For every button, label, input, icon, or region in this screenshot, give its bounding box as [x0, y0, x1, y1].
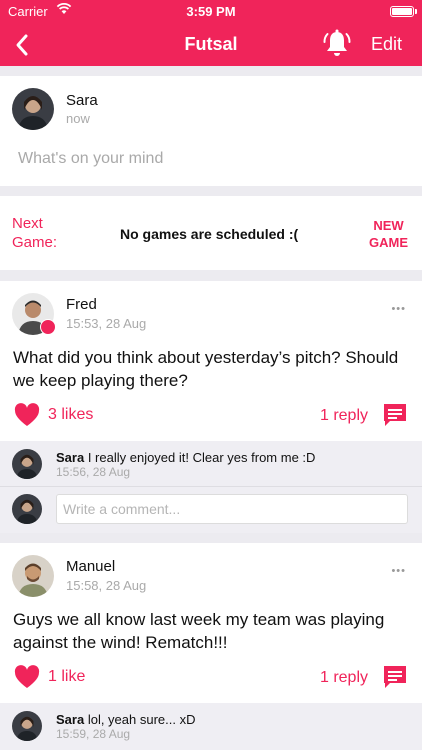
- comment-time: 15:59, 28 Aug: [56, 727, 131, 741]
- post-body: Guys we all know last week my team was p…: [13, 610, 385, 652]
- new-game-label-line1: NEW: [373, 218, 404, 233]
- next-game-panel: Next Game: No games are scheduled :( NEW…: [0, 196, 422, 270]
- comments-section: Sara lol, yeah sure... xD 15:59, 28 Aug: [0, 703, 422, 750]
- page-title: Futsal: [184, 34, 238, 54]
- reply-count-link[interactable]: 1 reply: [320, 669, 368, 687]
- comment-body: I really enjoyed it! Clear yes from me :…: [87, 450, 316, 465]
- new-game-button[interactable]: NEW GAME: [369, 217, 408, 251]
- next-game-label-line1: Next: [12, 215, 43, 232]
- avatar: [12, 711, 42, 741]
- nav-bar: Futsal Edit: [0, 24, 422, 66]
- clock: 3:59 PM: [186, 4, 236, 19]
- heart-icon: [14, 665, 40, 688]
- comment-input-box: [56, 494, 408, 524]
- likes-count: 1 like: [48, 668, 86, 685]
- more-options-icon[interactable]: •••: [391, 303, 406, 315]
- battery-icon: [390, 6, 417, 17]
- heart-icon: [14, 403, 40, 426]
- comment-icon[interactable]: [382, 664, 408, 695]
- divider: [0, 486, 422, 487]
- comments-section: Sara I really enjoyed it! Clear yes from…: [0, 441, 422, 533]
- composer-author-name: Sara: [66, 92, 98, 109]
- comment-text: Sara lol, yeah sure... xD: [56, 712, 195, 727]
- more-options-icon[interactable]: •••: [391, 565, 406, 577]
- comment-text: Sara I really enjoyed it! Clear yes from…: [56, 450, 315, 465]
- post-author-name: Manuel: [66, 558, 116, 575]
- reply-count-link[interactable]: 1 reply: [320, 407, 368, 425]
- comment-author: Sara: [56, 450, 85, 465]
- post-card: Manuel 15:58, 28 Aug ••• Guys we all kno…: [0, 543, 422, 703]
- no-games-message: No games are scheduled :(: [120, 226, 299, 242]
- comment-time: 15:56, 28 Aug: [56, 465, 131, 479]
- avatar: [12, 449, 42, 479]
- bell-icon[interactable]: [322, 28, 352, 60]
- verified-badge-icon: [40, 319, 56, 335]
- next-game-label-line2: Game:: [12, 234, 58, 251]
- composer-time: now: [66, 111, 90, 126]
- edit-button[interactable]: Edit: [371, 34, 402, 55]
- comment-author: Sara: [56, 712, 85, 727]
- likes-count: 3 likes: [48, 406, 94, 423]
- post-card: Fred 15:53, 28 Aug ••• What did you thin…: [0, 281, 422, 441]
- battery-fill: [392, 8, 412, 15]
- post-author-name: Fred: [66, 296, 97, 313]
- status-bar: Carrier 3:59 PM: [0, 0, 422, 24]
- next-game-label: Next Game:: [12, 214, 57, 252]
- comment-icon[interactable]: [382, 402, 408, 433]
- post-time: 15:58, 28 Aug: [66, 578, 147, 593]
- avatar: [12, 88, 54, 130]
- post-time: 15:53, 28 Aug: [66, 316, 147, 331]
- avatar: [12, 555, 54, 597]
- whats-on-your-mind-input[interactable]: What's on your mind: [18, 150, 163, 168]
- comment-body: lol, yeah sure... xD: [87, 712, 196, 727]
- new-game-label-line2: GAME: [369, 235, 408, 250]
- avatar: [12, 494, 42, 524]
- post-body: What did you think about yesterday’s pit…: [13, 348, 399, 390]
- post-composer: Sara now What's on your mind: [0, 76, 422, 186]
- write-comment-input[interactable]: [57, 495, 407, 523]
